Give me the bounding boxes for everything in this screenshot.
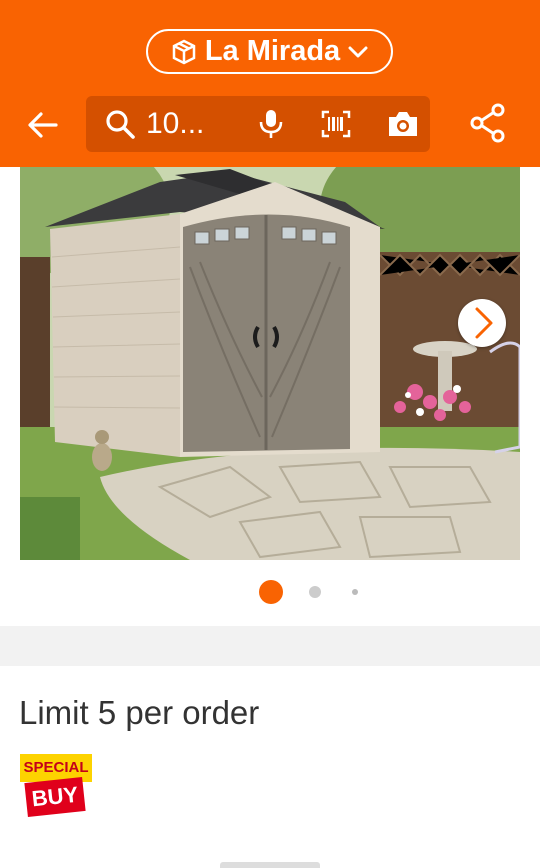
- microphone-icon[interactable]: [256, 108, 286, 140]
- section-divider: [0, 626, 540, 666]
- store-name: La Mirada: [204, 35, 341, 67]
- search-icon: [105, 109, 135, 139]
- search-query: 10...: [146, 107, 205, 140]
- product-image[interactable]: [20, 167, 520, 560]
- chevron-down-icon: [348, 45, 368, 59]
- camera-icon[interactable]: [386, 108, 420, 140]
- top-header: La Mirada 10...: [0, 0, 540, 167]
- back-arrow-icon[interactable]: [26, 108, 60, 142]
- store-selector[interactable]: La Mirada: [146, 29, 393, 74]
- carousel-dot-1[interactable]: [259, 580, 283, 604]
- store-icon: [171, 39, 197, 65]
- carousel-dot-3[interactable]: [352, 589, 358, 595]
- next-image-button[interactable]: [458, 299, 506, 347]
- share-icon[interactable]: [470, 103, 506, 143]
- bottom-sheet-handle[interactable]: [220, 862, 320, 868]
- purchase-limit-text: Limit 5 per order: [19, 694, 260, 731]
- search-bar[interactable]: 10...: [86, 96, 430, 152]
- badge-buy-label: BUY: [24, 777, 86, 817]
- carousel-dot-2[interactable]: [309, 586, 321, 598]
- barcode-icon[interactable]: [321, 110, 351, 138]
- special-buy-badge: SPECIAL BUY: [20, 754, 92, 818]
- chevron-right-icon: [475, 307, 493, 339]
- shed-illustration: [20, 167, 520, 560]
